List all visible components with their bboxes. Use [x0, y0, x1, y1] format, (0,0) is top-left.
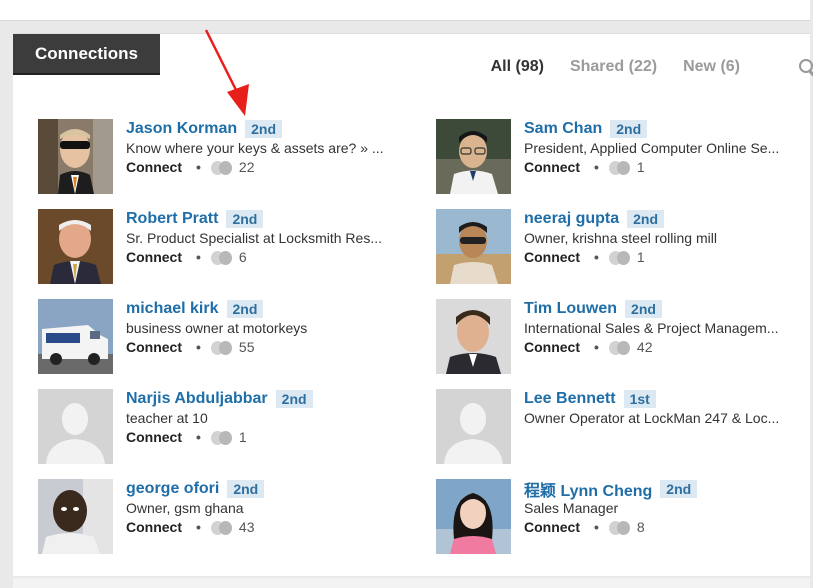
connection-card: 程颖 Lynn Cheng 2nd Sales Manager Connect … — [436, 479, 806, 555]
shared-connections-icon — [608, 160, 631, 175]
section-title: Connections — [13, 34, 160, 75]
connect-button[interactable]: Connect — [126, 428, 182, 447]
red-arrow-annotation-icon — [204, 29, 249, 116]
avatar-placeholder[interactable] — [38, 389, 113, 464]
connection-name-link[interactable]: Lee Bennett — [524, 390, 616, 408]
separator-dot: • — [594, 339, 599, 355]
connection-headline: Owner, gsm ghana — [126, 500, 244, 516]
connections-panel: Connections All (98) Shared (22) New (6) — [13, 29, 813, 576]
connection-headline: President, Applied Computer Online Se... — [524, 140, 780, 156]
connection-card: Tim Louwen 2nd International Sales & Pro… — [436, 299, 806, 375]
shared-connections-count[interactable]: 8 — [637, 518, 645, 537]
avatar-placeholder[interactable] — [436, 389, 511, 464]
avatar[interactable] — [436, 479, 511, 554]
avatar[interactable] — [38, 299, 113, 374]
separator-dot: • — [196, 249, 201, 265]
connection-headline: business owner at motorkeys — [126, 320, 308, 336]
separator-dot: • — [196, 429, 201, 445]
connection-card: Lee Bennett 1st Owner Operator at LockMa… — [436, 389, 806, 465]
filter-new-tab[interactable]: New (6) — [683, 58, 740, 76]
shared-connections-icon — [608, 340, 631, 355]
connection-card: Robert Pratt 2nd Sr. Product Specialist … — [38, 209, 408, 285]
degree-badge: 2nd — [226, 210, 264, 228]
connection-name-link[interactable]: george ofori — [126, 480, 219, 498]
degree-badge: 2nd — [227, 480, 265, 498]
previous-section-card — [0, 0, 810, 21]
connection-name-link[interactable]: Jason Korman — [126, 120, 237, 138]
connection-name-link[interactable]: Tim Louwen — [524, 300, 617, 318]
connection-card: Sam Chan 2nd President, Applied Computer… — [436, 119, 806, 195]
connect-button[interactable]: Connect — [126, 518, 182, 537]
shared-connections-count[interactable]: 1 — [637, 248, 645, 267]
shared-connections-icon — [210, 160, 233, 175]
shared-connections-icon — [210, 520, 233, 535]
connect-button[interactable]: Connect — [126, 248, 182, 267]
degree-badge: 2nd — [245, 120, 283, 138]
avatar[interactable] — [436, 209, 511, 284]
avatar[interactable] — [38, 209, 113, 284]
shared-connections-count[interactable]: 6 — [239, 248, 247, 267]
degree-badge: 2nd — [610, 120, 648, 138]
connection-headline: Sales Manager — [524, 500, 619, 516]
separator-dot: • — [196, 519, 201, 535]
connection-name-link[interactable]: 程颖 Lynn Cheng — [524, 477, 652, 501]
separator-dot: • — [196, 339, 201, 355]
avatar[interactable] — [38, 119, 113, 194]
shared-connections-count[interactable]: 55 — [239, 338, 255, 357]
shared-connections-icon — [608, 520, 631, 535]
connection-card: michael kirk 2nd business owner at motor… — [38, 299, 408, 375]
connection-headline: Sr. Product Specialist at Locksmith Res.… — [126, 230, 382, 246]
avatar[interactable] — [436, 299, 511, 374]
connection-name-link[interactable]: Narjis Abduljabbar — [126, 390, 268, 408]
connect-button[interactable]: Connect — [524, 518, 580, 537]
connect-button[interactable]: Connect — [126, 338, 182, 357]
shared-connections-count[interactable]: 1 — [239, 428, 247, 447]
shared-connections-icon — [210, 340, 233, 355]
connection-name-link[interactable]: Robert Pratt — [126, 210, 218, 228]
connection-headline: Owner, krishna steel rolling mill — [524, 230, 717, 246]
degree-badge: 2nd — [660, 480, 698, 498]
shared-connections-count[interactable]: 42 — [637, 338, 653, 357]
connections-filter-bar: All (98) Shared (22) New (6) — [465, 58, 813, 77]
connection-card: neeraj gupta 2nd Owner, krishna steel ro… — [436, 209, 806, 285]
shared-connections-icon — [608, 250, 631, 265]
connection-card: Narjis Abduljabbar 2nd teacher at 10 Con… — [38, 389, 408, 465]
connection-headline: International Sales & Project Managem... — [524, 320, 779, 336]
degree-badge: 2nd — [275, 390, 313, 408]
filter-shared-tab[interactable]: Shared (22) — [570, 58, 657, 76]
next-section-card — [13, 578, 810, 588]
connect-button[interactable]: Connect — [524, 158, 580, 177]
shared-connections-count[interactable]: 43 — [239, 518, 255, 537]
search-icon[interactable] — [772, 58, 813, 77]
shared-connections-count[interactable]: 22 — [239, 158, 255, 177]
degree-badge: 2nd — [625, 300, 662, 318]
connection-name-link[interactable]: michael kirk — [126, 300, 219, 318]
connection-card: Jason Korman 2nd Know where your keys & … — [38, 119, 408, 195]
filter-all-tab[interactable]: All (98) — [491, 58, 544, 76]
degree-badge: 2nd — [627, 210, 665, 228]
shared-connections-icon — [210, 250, 233, 265]
degree-badge: 2nd — [226, 300, 264, 318]
shared-connections-count[interactable]: 1 — [637, 158, 645, 177]
connect-button[interactable]: Connect — [524, 248, 580, 267]
connection-headline: teacher at 10 — [126, 410, 208, 426]
connection-card: george ofori 2nd Owner, gsm ghana Connec… — [38, 479, 408, 555]
separator-dot: • — [196, 159, 201, 175]
connection-headline: Owner Operator at LockMan 247 & Loc... — [524, 410, 780, 426]
shared-connections-icon — [210, 430, 233, 445]
avatar[interactable] — [436, 119, 511, 194]
separator-dot: • — [594, 519, 599, 535]
connection-headline: Know where your keys & assets are? » ... — [126, 140, 384, 156]
separator-dot: • — [594, 249, 599, 265]
connect-button[interactable]: Connect — [126, 158, 182, 177]
avatar[interactable] — [38, 479, 113, 554]
connect-button[interactable]: Connect — [524, 338, 580, 357]
degree-badge: 1st — [623, 390, 656, 408]
connection-name-link[interactable]: neeraj gupta — [524, 210, 619, 228]
connection-name-link[interactable]: Sam Chan — [524, 120, 602, 138]
separator-dot: • — [594, 159, 599, 175]
